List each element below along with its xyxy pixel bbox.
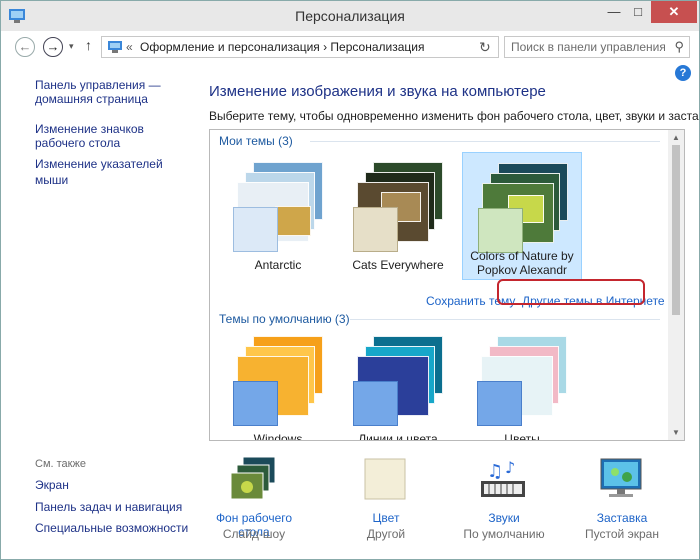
- color-swatch-icon: [364, 458, 406, 500]
- setting-value: Другой: [366, 527, 406, 541]
- left-pane: Панель управления — домашняя страница Из…: [1, 61, 196, 559]
- theme-label: Цветы: [504, 432, 540, 441]
- my-themes-heading: Мои темы (3): [219, 134, 293, 148]
- forward-button[interactable]: →: [43, 37, 63, 57]
- group-divider: [310, 141, 660, 142]
- more-themes-highlight: [497, 279, 645, 305]
- page-title: Изменение изображения и звука на компьют…: [209, 83, 546, 100]
- setting-label[interactable]: Заставка: [567, 511, 677, 525]
- close-button[interactable]: ✕: [651, 1, 697, 23]
- svg-text:♫: ♫: [487, 461, 503, 482]
- recent-chevron: «: [126, 40, 133, 54]
- theme-tile-antarctic[interactable]: Antarctic: [218, 152, 338, 276]
- theme-label: Antarctic: [254, 258, 302, 272]
- search-icon[interactable]: ⚲: [674, 39, 684, 55]
- accessibility-link[interactable]: Специальные возможности: [35, 520, 188, 536]
- search-input[interactable]: [505, 37, 665, 57]
- setting-label[interactable]: Звуки: [449, 511, 559, 525]
- theme-tile-windows[interactable]: Windows: [218, 326, 338, 441]
- page-description: Выберите тему, чтобы одновременно измени…: [209, 109, 700, 123]
- recent-pages-icon[interactable]: ▾: [69, 41, 74, 52]
- theme-preview: [477, 336, 567, 426]
- color-fan-icon: [233, 381, 278, 426]
- help-icon[interactable]: ?: [675, 65, 691, 81]
- address-bar: ← → ▾ ↑ « Оформление и персонализация › …: [1, 31, 699, 61]
- setting-value: По умолчанию: [463, 527, 545, 541]
- theme-preview: [233, 336, 323, 426]
- scroll-up-icon[interactable]: ▲: [672, 133, 680, 142]
- scrollbar[interactable]: ▲ ▼: [668, 130, 684, 440]
- svg-text:♪: ♪: [505, 458, 515, 477]
- window-title: Персонализация: [295, 8, 405, 24]
- up-button[interactable]: ↑: [85, 37, 92, 53]
- theme-label: Cats Everywhere: [352, 258, 444, 272]
- desktop-background-icon: [230, 457, 276, 500]
- setting-value: Пустой экран: [585, 527, 659, 541]
- back-button[interactable]: ←: [15, 37, 35, 57]
- theme-label: Линии и цвета: [358, 432, 438, 441]
- theme-preview: [353, 162, 443, 252]
- sounds-icon: ♫ ♪: [481, 458, 525, 497]
- display-link[interactable]: Экран: [35, 477, 69, 493]
- screensaver-icon: [600, 458, 642, 497]
- theme-label: Windows: [253, 432, 303, 441]
- change-mouse-pointers-link[interactable]: Изменение указателей мыши: [35, 156, 196, 188]
- default-themes-heading: Темы по умолчанию (3): [219, 312, 350, 326]
- maximize-button[interactable]: □: [629, 1, 647, 23]
- setting-label[interactable]: Цвет: [331, 511, 441, 525]
- theme-tile-lines-colors[interactable]: Линии и цвета: [338, 326, 458, 441]
- minimize-button[interactable]: —: [605, 1, 623, 23]
- control-panel-icon: [108, 41, 122, 53]
- breadcrumb: Оформление и персонализация › Персонализ…: [140, 40, 425, 54]
- scrollbar-thumb[interactable]: [672, 145, 680, 315]
- address-field[interactable]: « Оформление и персонализация › Персонал…: [101, 36, 563, 58]
- personalization-window: Персонализация — □ ✕ ← → ▾ ↑ « Оформлени…: [0, 0, 700, 560]
- theme-tile-flowers[interactable]: Цветы: [462, 326, 582, 441]
- see-also-heading: См. также: [35, 458, 86, 470]
- change-desktop-icons-link-line2[interactable]: рабочего стола: [35, 135, 120, 151]
- control-panel-home-link-line2[interactable]: домашняя страница: [35, 91, 148, 107]
- taskbar-navigation-link[interactable]: Панель задач и навигация: [35, 499, 182, 515]
- theme-label-line2: Popkov Alexandr: [476, 263, 568, 277]
- setting-value: Слайд-шоу: [222, 527, 286, 541]
- group-divider: [350, 319, 660, 320]
- theme-tile-cats[interactable]: Cats Everywhere: [338, 152, 458, 276]
- theme-tile-colors-of-nature[interactable]: Colors of Nature by Popkov Alexandr: [462, 152, 582, 280]
- theme-preview: [353, 336, 443, 426]
- refresh-icon[interactable]: ↻: [479, 39, 491, 56]
- scroll-down-icon[interactable]: ▼: [672, 428, 680, 437]
- main-pane: ? Изменение изображения и звука на компь…: [197, 61, 700, 559]
- color-fan-icon: [353, 381, 398, 426]
- search-box: ⚲: [504, 36, 690, 58]
- color-fan-icon: [477, 381, 522, 426]
- theme-preview: [233, 162, 323, 252]
- theme-preview: [478, 163, 568, 253]
- theme-label: Colors of Nature by: [470, 249, 574, 263]
- title-bar: Персонализация — □ ✕: [1, 1, 699, 31]
